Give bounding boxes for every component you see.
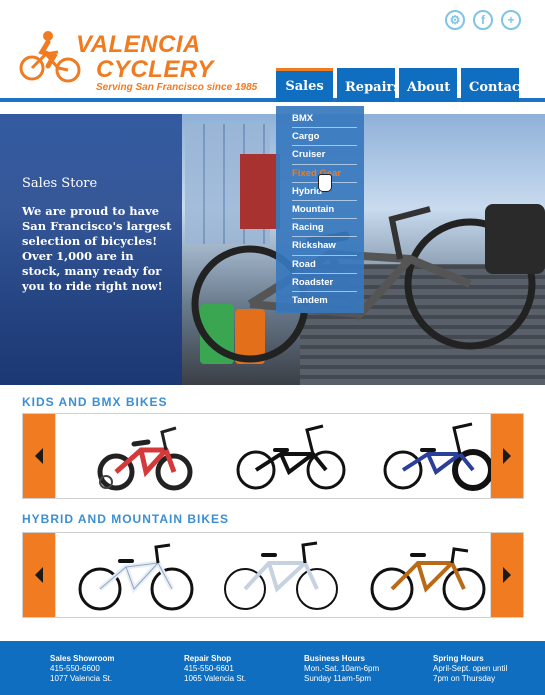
logo-line-1: VALENCIA <box>76 31 201 58</box>
footer-address: 1065 Valencia St. <box>184 674 247 683</box>
gear-icon[interactable]: ⚙ <box>445 10 465 30</box>
tab-repairs[interactable]: Repairs <box>337 68 401 102</box>
tab-about[interactable]: About <box>399 68 457 102</box>
footer-hours-line: Mon.-Sat. 10am-6pm <box>304 664 380 673</box>
menu-item-rickshaw[interactable]: Rickshaw <box>292 237 357 256</box>
carousel-track <box>55 414 494 498</box>
tagline: Serving San Francisco since 1985 <box>96 82 258 93</box>
hand-cursor-icon <box>318 174 332 192</box>
menu-item-mountain[interactable]: Mountain <box>292 201 357 220</box>
footer-hours-line: Sunday 11am-5pm <box>304 674 371 683</box>
logo-line-2: CYCLERY <box>96 56 214 83</box>
carousel-prev-button[interactable] <box>23 533 55 617</box>
arrow-right-icon <box>503 567 511 583</box>
hero-banner: Sales Store We are proud to have San Fra… <box>0 114 545 385</box>
site-footer: Sales Showroom 415-550-6600 1077 Valenci… <box>0 641 545 695</box>
menu-item-racing[interactable]: Racing <box>292 219 357 238</box>
carousel-track <box>55 533 491 617</box>
bmx-bike-black[interactable] <box>231 420 351 494</box>
menu-item-cruiser[interactable]: Cruiser <box>292 146 357 165</box>
menu-item-tandem[interactable]: Tandem <box>292 292 357 310</box>
menu-item-bmx[interactable]: BMX <box>292 110 357 129</box>
bmx-bike-blue[interactable] <box>378 420 498 494</box>
menu-item-road[interactable]: Road <box>292 256 357 274</box>
hero-title: Sales Store <box>22 176 98 191</box>
hybrid-bike-silver[interactable] <box>221 539 341 613</box>
menu-item-cargo[interactable]: Cargo <box>292 128 357 147</box>
carousel-kids-bmx <box>22 413 524 499</box>
footer-heading: Business Hours <box>304 654 365 663</box>
tab-sales[interactable]: Sales <box>276 68 333 102</box>
footer-heading: Spring Hours <box>433 654 484 663</box>
arrow-right-icon <box>503 448 511 464</box>
kids-bike-red[interactable] <box>86 420 206 494</box>
main-nav: Sales Repairs About Contact <box>276 68 526 102</box>
footer-phone[interactable]: 415-550-6601 <box>184 664 246 674</box>
footer-hours-line: 7pm on Thursday <box>433 674 496 683</box>
footer-sales-showroom: Sales Showroom 415-550-6600 1077 Valenci… <box>50 654 114 684</box>
footer-spring-hours: Spring Hours April-Sept. open until 7pm … <box>433 654 507 684</box>
footer-phone[interactable]: 415-550-6600 <box>50 664 114 674</box>
carousel-next-button[interactable] <box>491 533 523 617</box>
facebook-icon[interactable]: f <box>473 10 493 30</box>
footer-heading: Repair Shop <box>184 654 232 663</box>
carousel-hybrid-mountain <box>22 532 524 618</box>
footer-heading: Sales Showroom <box>50 654 115 663</box>
fixie-bike-orange[interactable] <box>368 539 488 613</box>
arrow-left-icon <box>35 567 43 583</box>
site-logo[interactable]: VALENCIA CYCLERY Serving San Francisco s… <box>18 30 268 100</box>
hero-description: We are proud to have San Francisco's lar… <box>22 204 172 293</box>
logo-wordmark: VALENCIA CYCLERY <box>76 32 214 82</box>
section-title-hybrid-mountain: HYBRID AND MOUNTAIN BIKES <box>22 512 229 526</box>
sales-dropdown-menu: BMX Cargo Cruiser Fixed Gear Hybrid Moun… <box>276 106 364 313</box>
menu-item-roadster[interactable]: Roadster <box>292 274 357 292</box>
footer-business-hours: Business Hours Mon.-Sat. 10am-6pm Sunday… <box>304 654 379 684</box>
carousel-prev-button[interactable] <box>23 414 55 498</box>
footer-hours-line: April-Sept. open until <box>433 664 508 673</box>
carousel-next-button[interactable] <box>491 414 523 498</box>
hybrid-bike-white[interactable] <box>76 539 196 613</box>
plus-icon[interactable]: + <box>501 10 521 30</box>
section-title-kids-bmx: KIDS AND BMX BIKES <box>22 395 168 409</box>
tab-contact[interactable]: Contact <box>461 68 526 102</box>
social-links: ⚙ f + <box>445 10 521 30</box>
arrow-left-icon <box>35 448 43 464</box>
cyclist-logo-icon <box>19 31 81 83</box>
footer-address: 1077 Valencia St. <box>50 674 113 683</box>
footer-repair-shop: Repair Shop 415-550-6601 1065 Valencia S… <box>184 654 246 684</box>
